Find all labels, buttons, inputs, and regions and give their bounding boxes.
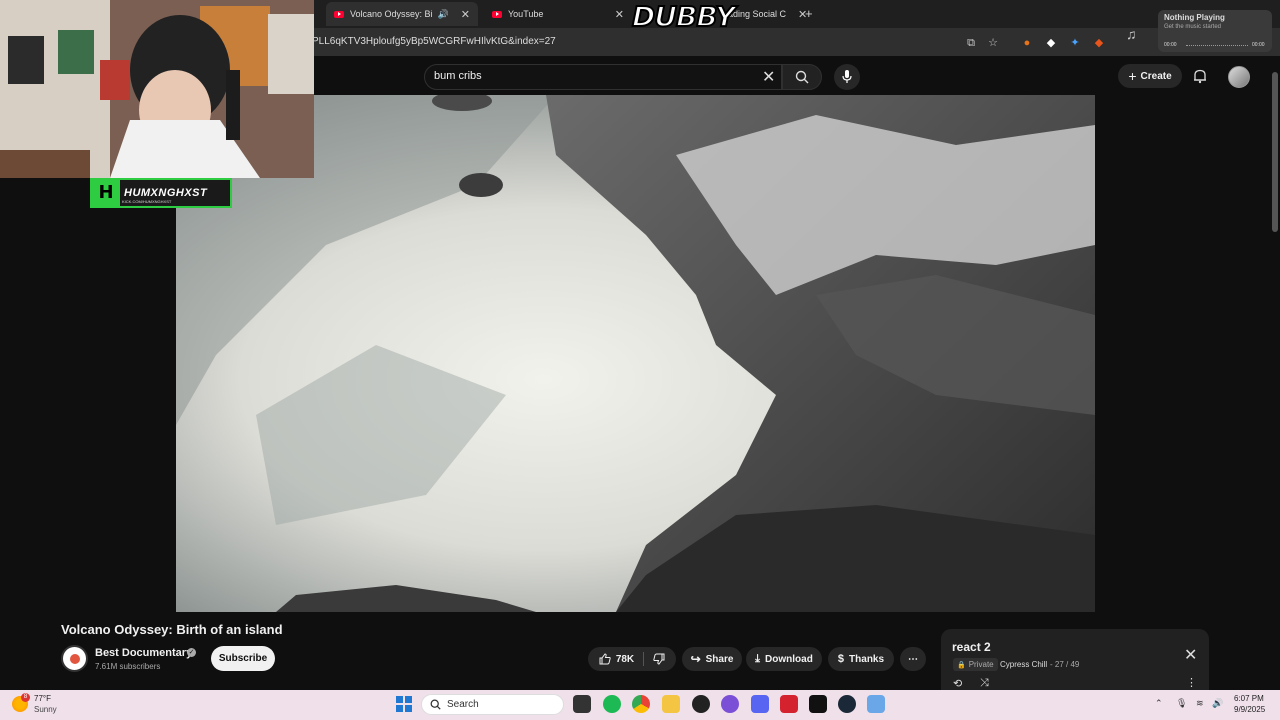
spotify-icon[interactable] bbox=[603, 695, 621, 713]
scrollbar-thumb[interactable] bbox=[1272, 72, 1278, 232]
shuffle-icon[interactable]: ⤨ bbox=[980, 677, 989, 690]
close-playlist-icon[interactable]: ✕ bbox=[1184, 645, 1197, 665]
extension-diamond-icon[interactable]: ◆ bbox=[1044, 36, 1058, 50]
tab-label: Volcano Odyssey: Birth of an bbox=[350, 9, 432, 19]
like-count: 78K bbox=[615, 653, 635, 665]
search-icon bbox=[430, 699, 441, 710]
more-actions-button[interactable]: ⋯ bbox=[900, 647, 926, 671]
tray-volume-icon[interactable]: 🔊 bbox=[1212, 698, 1223, 709]
webcam-image bbox=[0, 0, 314, 178]
music-subtitle: Get the music started bbox=[1164, 24, 1222, 30]
youtube-favicon-icon bbox=[334, 10, 344, 18]
video-title: Volcano Odyssey: Birth of an island bbox=[61, 622, 283, 637]
thanks-icon: $ bbox=[837, 653, 845, 665]
loop-icon[interactable]: ⟲ bbox=[953, 677, 962, 690]
search-icon bbox=[795, 70, 809, 84]
playlist-owner[interactable]: Cypress Chill bbox=[1000, 660, 1047, 669]
share-button[interactable]: ↪ Share bbox=[682, 647, 742, 671]
cast-icon[interactable]: ⧉ bbox=[964, 36, 978, 50]
plus-icon: + bbox=[1128, 68, 1137, 84]
account-avatar[interactable] bbox=[1228, 66, 1250, 88]
webcam-overlay bbox=[0, 0, 314, 178]
like-divider bbox=[643, 652, 645, 666]
terminal-icon[interactable] bbox=[809, 695, 827, 713]
music-time-start: 00:00 bbox=[1164, 42, 1177, 48]
steam-icon[interactable] bbox=[838, 695, 856, 713]
like-button[interactable]: 78K bbox=[599, 653, 634, 665]
notifications-bell-icon[interactable] bbox=[1192, 68, 1208, 84]
github-icon[interactable] bbox=[692, 695, 710, 713]
privacy-label: Private bbox=[968, 660, 994, 669]
playlist-title[interactable]: react 2 bbox=[952, 640, 991, 654]
clock-time[interactable]: 6:07 PM bbox=[1234, 694, 1264, 703]
clock-date[interactable]: 9/9/2025 bbox=[1234, 705, 1265, 714]
thanks-label: Thanks bbox=[849, 653, 885, 665]
tray-chevron-icon[interactable]: ⌃ bbox=[1155, 698, 1163, 709]
weather-condition: Sunny bbox=[34, 705, 57, 714]
playlist-privacy-badge: 🔒 Private bbox=[953, 658, 998, 671]
chrome-icon[interactable] bbox=[632, 695, 650, 713]
music-title: Nothing Playing bbox=[1164, 13, 1225, 22]
download-icon: ⤓ bbox=[755, 652, 761, 665]
streamer-logo-icon: H bbox=[92, 180, 120, 206]
weather-temperature: 77°F bbox=[34, 694, 51, 703]
create-label: Create bbox=[1140, 70, 1172, 82]
thumbs-down-icon[interactable] bbox=[653, 653, 665, 665]
streamer-name: HUMXNGHXST bbox=[124, 187, 208, 199]
like-dislike-group: 78K bbox=[588, 647, 676, 671]
download-button[interactable]: ⤓ Download bbox=[746, 647, 822, 671]
streamer-url: KICK.COM/HUMXNGHXST bbox=[122, 199, 172, 204]
dubby-logo: DUBBY bbox=[631, 0, 736, 34]
music-progress-bar[interactable] bbox=[1186, 45, 1248, 46]
url-field[interactable]: PLL6qKTV3Hploufg5yBp5WCGRFwHIlvKtG&index… bbox=[312, 36, 556, 47]
discord-icon[interactable] bbox=[751, 695, 769, 713]
music-time-end: 00:00 bbox=[1252, 42, 1265, 48]
tray-mic-icon[interactable]: 🎙 bbox=[1176, 698, 1187, 709]
channel-name[interactable]: Best Documentary bbox=[95, 647, 192, 659]
new-tab-button[interactable]: + bbox=[805, 6, 813, 21]
thanks-button[interactable]: $ Thanks bbox=[828, 647, 894, 671]
search-button[interactable] bbox=[782, 64, 822, 90]
voice-search-button[interactable] bbox=[834, 64, 860, 90]
snipping-tool-icon[interactable] bbox=[867, 695, 885, 713]
extension-red-icon[interactable]: ◆ bbox=[1092, 36, 1106, 50]
thumbs-up-icon bbox=[599, 653, 611, 665]
subscribe-button[interactable]: Subscribe bbox=[211, 646, 275, 671]
microphone-icon bbox=[842, 70, 852, 83]
bookmark-star-icon[interactable]: ☆ bbox=[986, 36, 1000, 50]
music-note-icon[interactable]: ♫ bbox=[1126, 26, 1137, 42]
playlist-position: - 27 / 49 bbox=[1050, 660, 1080, 669]
channel-avatar[interactable] bbox=[61, 645, 88, 672]
share-icon: ↪ bbox=[690, 652, 701, 666]
lock-icon: 🔒 bbox=[957, 661, 966, 669]
task-view-icon[interactable] bbox=[573, 695, 591, 713]
create-button[interactable]: + Create bbox=[1118, 64, 1182, 88]
file-explorer-icon[interactable] bbox=[662, 695, 680, 713]
verified-check-icon: ✓ bbox=[187, 648, 196, 657]
clear-search-icon[interactable]: ✕ bbox=[762, 67, 775, 87]
search-query: bum cribs bbox=[434, 70, 482, 82]
speaker-icon: 🔊 bbox=[437, 8, 449, 19]
tab-label: YouTube bbox=[508, 9, 544, 19]
obs-icon[interactable] bbox=[721, 695, 739, 713]
share-label: Share bbox=[705, 653, 734, 665]
weather-badge: 8 bbox=[21, 693, 30, 702]
close-tab-icon[interactable]: ✕ bbox=[461, 8, 470, 21]
download-label: Download bbox=[765, 653, 813, 665]
taskbar-search-input[interactable]: Search bbox=[421, 694, 564, 715]
subscriber-count: 7.61M subscribers bbox=[95, 662, 161, 671]
youtube-favicon-icon bbox=[492, 10, 502, 18]
close-tab-icon[interactable]: ✕ bbox=[615, 8, 624, 21]
playlist-menu-icon[interactable]: ⋮ bbox=[1186, 676, 1197, 689]
tab-youtube[interactable]: YouTube ✕ bbox=[484, 2, 632, 26]
extension-puzzle-icon[interactable]: ✦ bbox=[1068, 36, 1082, 50]
windows-start-icon[interactable] bbox=[396, 696, 412, 712]
tab-label: ading Social C bbox=[728, 9, 787, 19]
tray-wifi-icon[interactable]: ≋ bbox=[1196, 698, 1204, 709]
extension-fox-icon[interactable]: ● bbox=[1020, 36, 1034, 50]
tab-volcano-odyssey[interactable]: Volcano Odyssey: Birth of an 🔊 ✕ bbox=[326, 2, 478, 26]
red-app-icon[interactable] bbox=[780, 695, 798, 713]
taskbar-search-label: Search bbox=[447, 699, 479, 710]
